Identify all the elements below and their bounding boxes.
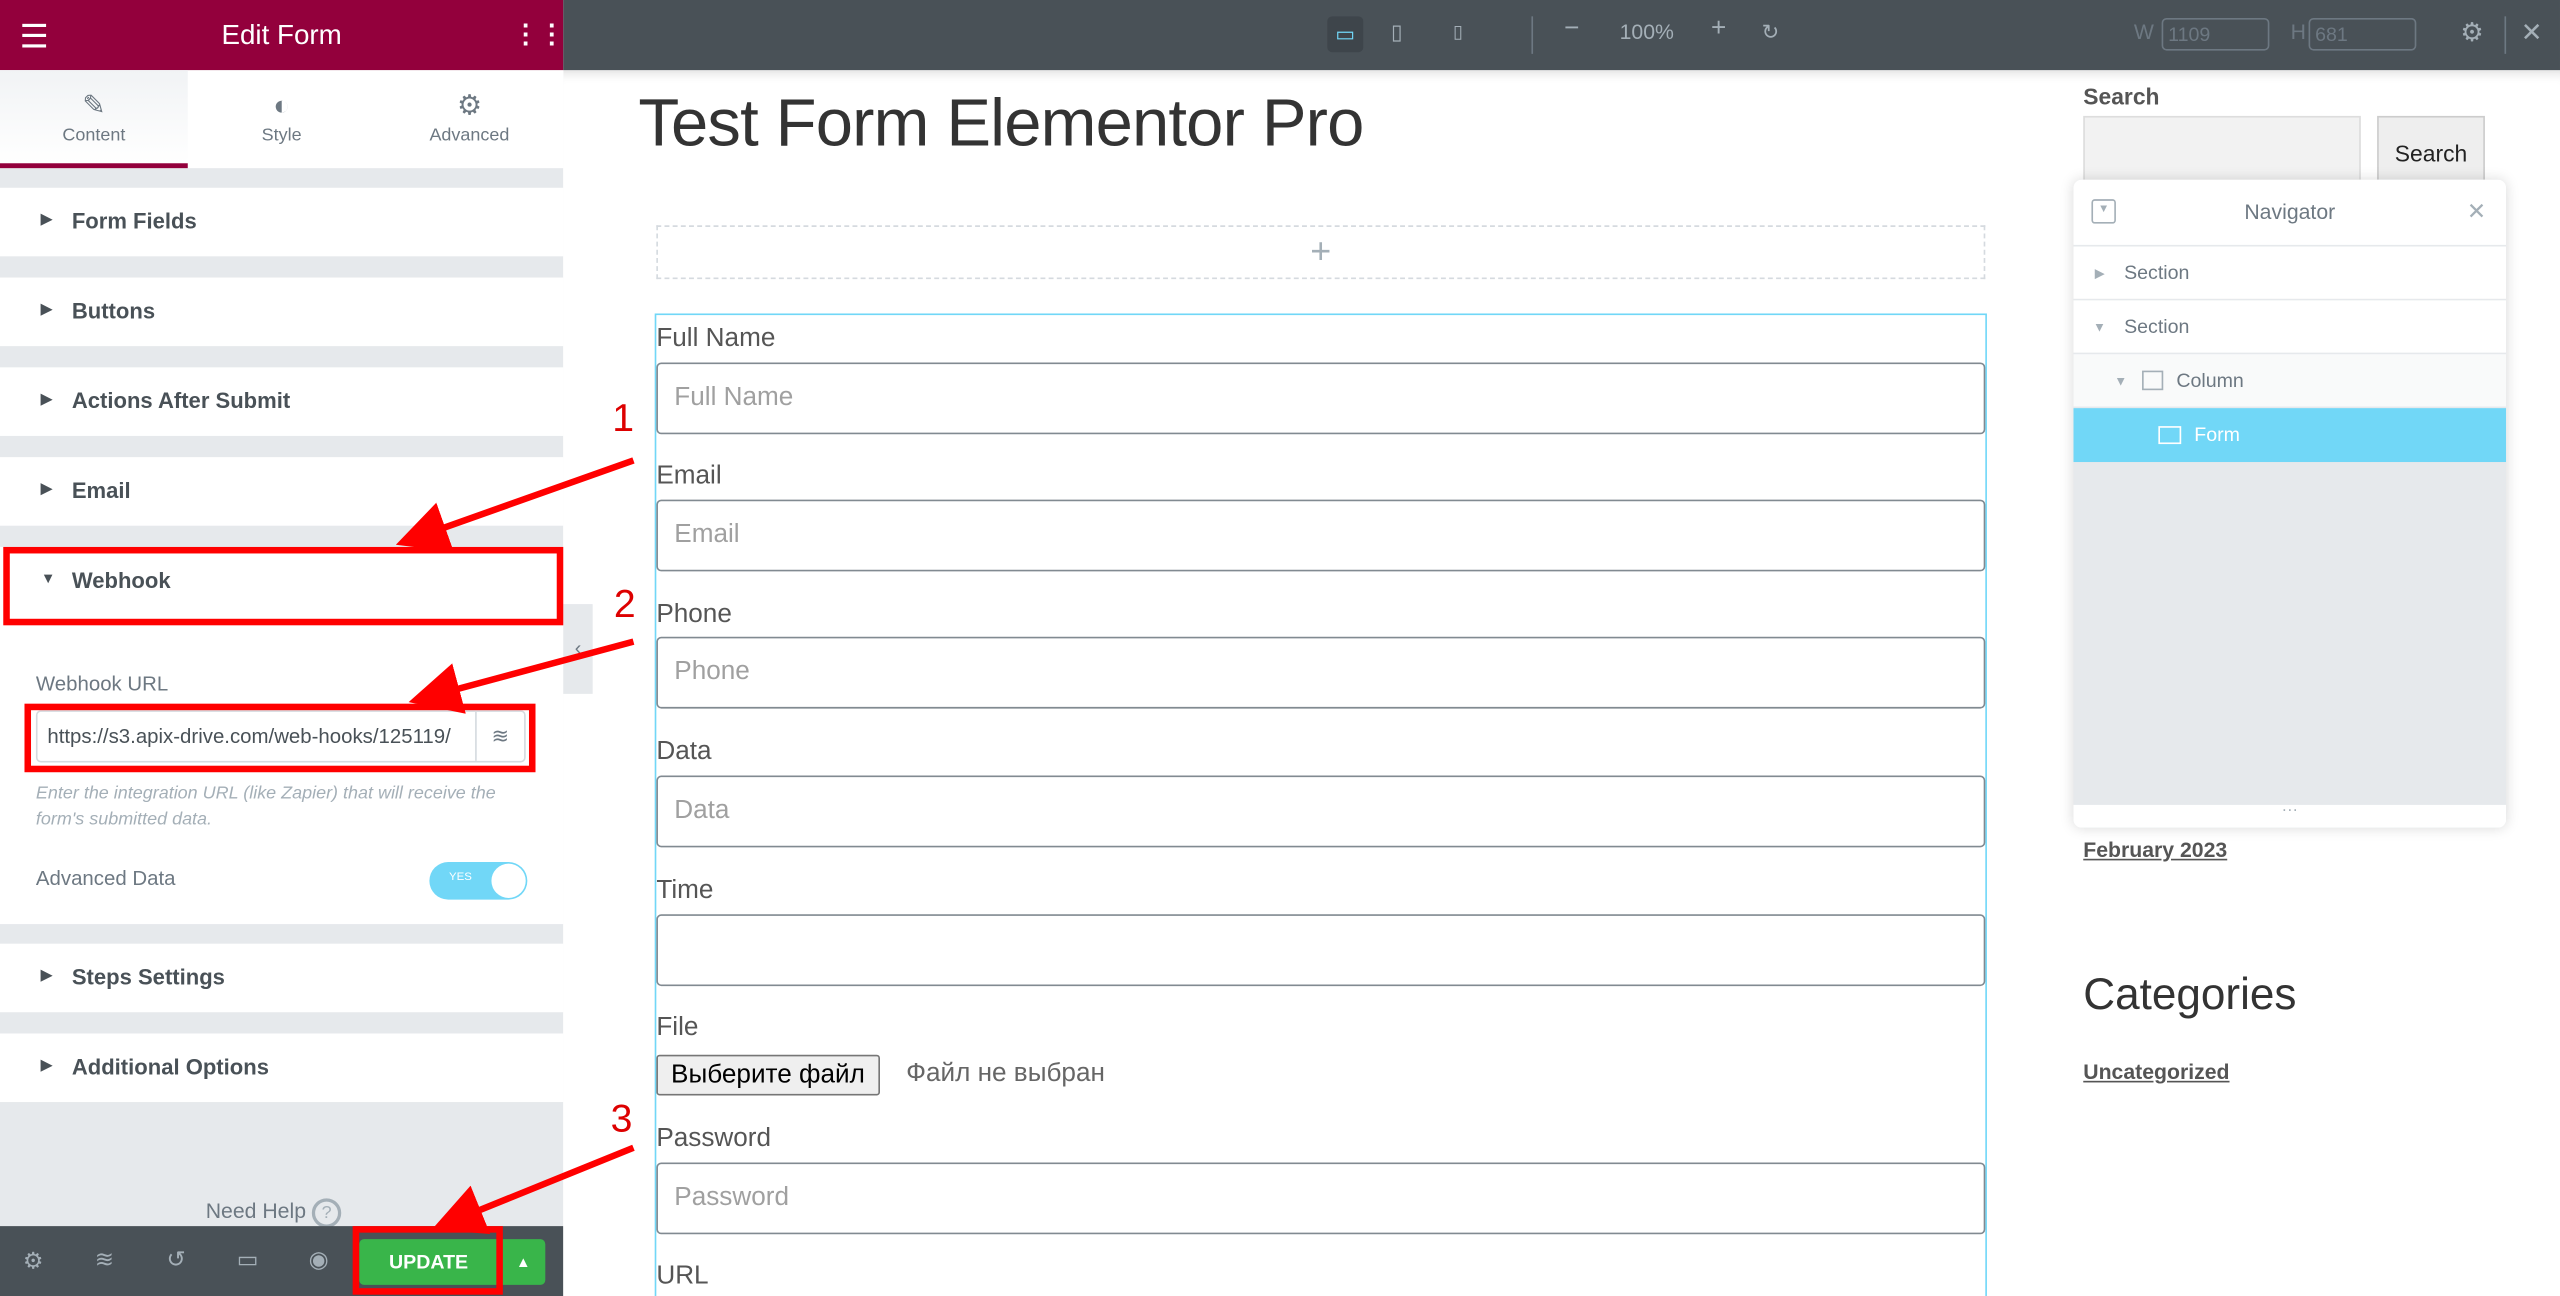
- annotation-number: 2: [613, 582, 636, 627]
- arrow-1: [395, 457, 635, 552]
- arrow-2: [408, 638, 635, 714]
- highlight-update-button: [352, 1226, 503, 1295]
- annotation-number: 3: [610, 1097, 633, 1142]
- annotation-number: 1: [612, 396, 635, 441]
- highlight-webhook-url: [24, 703, 536, 773]
- arrow-3: [431, 1144, 635, 1234]
- highlight-webhook-section: [3, 546, 564, 626]
- annotation-arrows: [395, 457, 635, 1234]
